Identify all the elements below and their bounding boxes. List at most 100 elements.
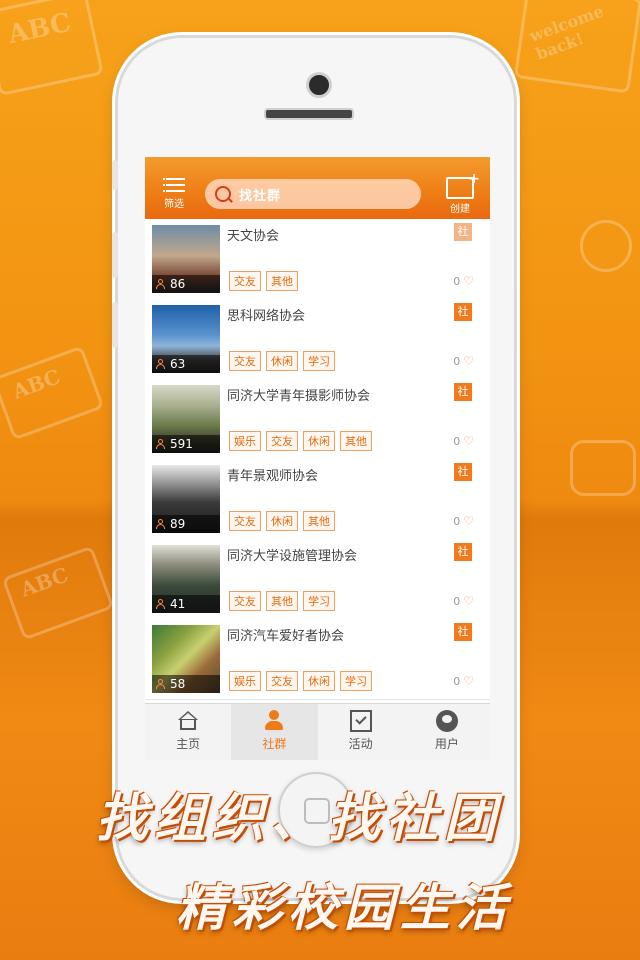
community-photo: 89 [152, 465, 220, 533]
person-icon [156, 439, 165, 449]
heart-icon: ♡ [463, 514, 474, 528]
member-count: 41 [170, 597, 186, 611]
community-badge: 社 [454, 463, 472, 481]
phone-mute-switch [112, 160, 118, 190]
search-icon [215, 186, 231, 202]
tag: 学习 [303, 591, 335, 611]
tab-label: 社群 [262, 737, 287, 751]
tag: 学习 [340, 671, 372, 691]
community-title: 同济大学设施管理协会 [227, 549, 358, 564]
person-icon [156, 519, 165, 529]
tag: 娱乐 [229, 671, 261, 691]
member-count: 58 [170, 677, 186, 691]
create-button[interactable]: 创建 [438, 171, 482, 215]
tag: 交友 [266, 671, 298, 691]
bottom-tab-bar: 主页 社群 活动 用户 [145, 703, 490, 760]
tab-community[interactable]: 社群 [231, 704, 318, 760]
list-item[interactable]: 89 青年景观师协会 社 交友 休闲 其他 0 ♡ [145, 459, 490, 540]
create-icon [446, 171, 480, 199]
heart-icon: ♡ [463, 274, 474, 288]
bag-doodle [570, 440, 636, 496]
list-item[interactable]: 58 同济汽车爱好者协会 社 娱乐 交友 休闲 学习 0 ♡ [145, 619, 490, 700]
like-count: 0 [453, 355, 461, 368]
like-counter[interactable]: 0 ♡ [453, 354, 474, 368]
heart-icon: ♡ [463, 434, 474, 448]
community-badge: 社 [454, 623, 472, 641]
community-title: 思科网络协会 [227, 309, 306, 324]
tag: 其他 [303, 511, 335, 531]
community-badge: 社 [454, 223, 472, 241]
member-count: 63 [170, 357, 186, 371]
tab-activity[interactable]: 活动 [318, 704, 404, 760]
like-counter[interactable]: 0 ♡ [453, 674, 474, 688]
tag-list: 交友 休闲 其他 [229, 511, 335, 531]
like-counter[interactable]: 0 ♡ [453, 434, 474, 448]
kid-doodle [580, 220, 632, 272]
tag-list: 交友 休闲 学习 [229, 351, 335, 371]
app-screen: 筛选 找社群 创建 86 天文协会 社 交友 其他 0♡ [145, 157, 490, 760]
tag-list: 交友 其他 学习 [229, 591, 335, 611]
person-icon [156, 679, 165, 689]
tag-list: 娱乐 交友 休闲 学习 [229, 671, 372, 691]
phone-volume-up [112, 232, 118, 278]
community-title: 同济大学青年摄影师协会 [227, 389, 371, 404]
community-title: 同济汽车爱好者协会 [227, 629, 345, 644]
tag: 交友 [266, 431, 298, 451]
tag-list: 娱乐 交友 休闲 其他 [229, 431, 372, 451]
tag: 其他 [266, 271, 298, 291]
tab-home[interactable]: 主页 [145, 704, 231, 760]
tag: 休闲 [266, 511, 298, 531]
community-badge: 社 [454, 383, 472, 401]
user-icon [435, 710, 458, 732]
community-photo: 591 [152, 385, 220, 453]
like-count: 0 [453, 595, 461, 608]
person-icon [156, 279, 165, 289]
like-counter[interactable]: 0 ♡ [453, 594, 474, 608]
tag: 休闲 [303, 671, 335, 691]
list-item[interactable]: 63 思科网络协会 社 交友 休闲 学习 0 ♡ [145, 299, 490, 380]
heart-icon: ♡ [463, 354, 474, 368]
heart-icon: ♡ [463, 594, 474, 608]
person-icon [156, 359, 165, 369]
member-count: 89 [170, 517, 186, 531]
member-count: 86 [170, 277, 186, 291]
heart-icon: ♡ [463, 674, 474, 688]
community-photo: 63 [152, 305, 220, 373]
home-icon [177, 710, 199, 732]
community-badge: 社 [454, 543, 472, 561]
community-title: 青年景观师协会 [227, 469, 319, 484]
tab-label: 活动 [348, 737, 373, 751]
community-photo: 86 [152, 225, 220, 293]
community-photo: 41 [152, 545, 220, 613]
tag-list: 交友 其他 [229, 271, 298, 291]
slogan-line-1: 找组织、找社团 [96, 788, 503, 849]
tag: 休闲 [266, 351, 298, 371]
search-placeholder: 找社群 [239, 189, 282, 204]
tag: 交友 [229, 271, 261, 291]
like-count: 0 [453, 675, 461, 688]
filter-button[interactable]: 筛选 [153, 177, 195, 210]
create-label: 创建 [450, 204, 470, 215]
community-badge: 社 [454, 303, 472, 321]
activity-icon [349, 710, 372, 732]
earpiece-speaker [264, 108, 354, 120]
like-count: 0 [453, 515, 461, 528]
list-item[interactable]: 86 天文协会 社 交友 其他 0 ♡ [145, 219, 490, 300]
phone-volume-down [112, 302, 118, 348]
search-input[interactable]: 找社群 [205, 179, 421, 209]
tab-user[interactable]: 用户 [404, 704, 490, 760]
tag: 其他 [340, 431, 372, 451]
like-counter[interactable]: 0 ♡ [453, 514, 474, 528]
list-item[interactable]: 41 同济大学设施管理协会 社 交友 其他 学习 0 ♡ [145, 539, 490, 620]
like-counter[interactable]: 0 ♡ [453, 274, 474, 288]
tag: 其他 [266, 591, 298, 611]
list-item[interactable]: 591 同济大学青年摄影师协会 社 娱乐 交友 休闲 其他 0 ♡ [145, 379, 490, 460]
like-count: 0 [453, 435, 461, 448]
like-count: 0 [453, 275, 461, 288]
filter-label: 筛选 [164, 199, 184, 210]
tag: 交友 [229, 591, 261, 611]
abc-block-doodle [1, 545, 115, 641]
community-photo: 58 [152, 625, 220, 693]
tag: 学习 [303, 351, 335, 371]
app-header: 筛选 找社群 创建 [145, 157, 490, 219]
